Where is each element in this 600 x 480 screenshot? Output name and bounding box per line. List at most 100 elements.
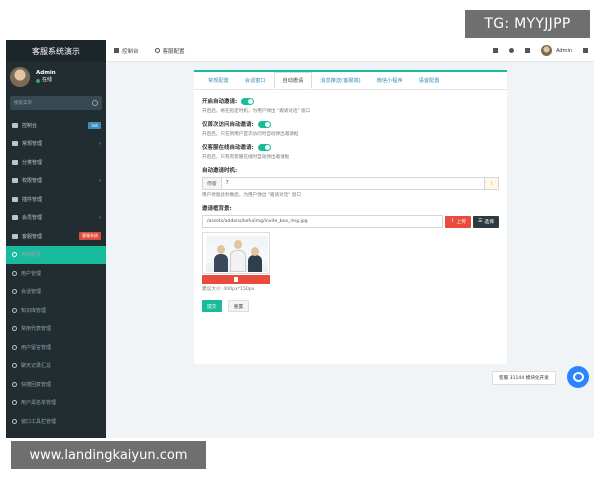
circle-icon bbox=[12, 363, 17, 369]
chevron-left-icon: ‹ bbox=[99, 214, 101, 221]
delete-image-button[interactable] bbox=[202, 275, 270, 284]
chat-icon bbox=[572, 372, 584, 382]
sidebar-item-label: 聊天记录汇总 bbox=[21, 363, 52, 370]
sidebar-item[interactable]: 权限管理 ‹ bbox=[6, 172, 106, 191]
chevron-left-icon: ‹ bbox=[99, 177, 101, 184]
sidebar: 客服系统演示 Admin 在线 搜索菜单 控制台 hot 常规管理 ‹ 分类管理权限管理… bbox=[6, 40, 106, 438]
sidebar-item-label: 会员管理 bbox=[22, 215, 43, 222]
choose-button[interactable]: ☰ 选择 bbox=[473, 215, 499, 228]
sidebar-item[interactable]: 窗口工具栏管理 bbox=[6, 412, 106, 431]
brand-title: 客服系统演示 bbox=[6, 40, 106, 62]
sidebar-badge: hot bbox=[88, 121, 101, 129]
field-help: 开启后，只有有客服在线时自动弹出邀请框 bbox=[202, 155, 290, 160]
reset-button[interactable]: 重置 bbox=[227, 300, 250, 312]
sidebar-badge: 客服系统 bbox=[79, 232, 101, 241]
field-timing: 自动邀请时机: 停留 7 ⁞ 用户停留此秒数后，为用户弹出 "邀请对话" 窗口 bbox=[202, 165, 499, 198]
sidebar-item-label: 用户黑名单管理 bbox=[21, 400, 57, 407]
sidebar-menu: 控制台 hot 常规管理 ‹ 分类管理权限管理 ‹ 插件管理会员管理 ‹ 客服管理 客服系统客服配… bbox=[6, 116, 106, 431]
menu-icon bbox=[12, 196, 18, 202]
panel-tab[interactable]: 语音配置 bbox=[411, 72, 448, 89]
sidebar-item[interactable]: 插件管理 bbox=[6, 190, 106, 209]
user-status: 在线 bbox=[36, 77, 56, 84]
tab-kefu-config[interactable]: 客服配置 bbox=[147, 40, 193, 61]
sidebar-item-label: 分类管理 bbox=[22, 159, 43, 166]
config-panel: 常规配置 会话窗口 自动邀请 消息推送(客服端) 微信小程序 语音配置 开启自动邀请: 开… bbox=[194, 70, 507, 364]
sidebar-item-label: 快捷回复管理 bbox=[21, 381, 52, 388]
invite-bg-preview bbox=[202, 232, 270, 274]
sidebar-item-label: 客服管理 bbox=[22, 233, 43, 240]
tab-label: 客服配置 bbox=[162, 48, 185, 55]
timing-picker-icon[interactable]: ⁞ bbox=[484, 178, 498, 189]
sidebar-item[interactable]: 客服配置 bbox=[6, 245, 106, 264]
tab-dashboard[interactable]: 控制台 bbox=[106, 40, 147, 61]
submit-button[interactable]: 提交 bbox=[202, 300, 222, 312]
field-help: 用户停留此秒数后，为用户弹出 "邀请对话" 窗口 bbox=[202, 193, 302, 198]
sidebar-item-label: 知识库管理 bbox=[21, 307, 47, 314]
sidebar-item[interactable]: 常用代表管理 bbox=[6, 320, 106, 339]
online-only-toggle[interactable] bbox=[257, 143, 271, 151]
sidebar-item-label: 用户留言管理 bbox=[21, 344, 52, 351]
sidebar-item[interactable]: 知识库管理 bbox=[6, 301, 106, 320]
bg-url-input[interactable]: /assets/addons/kefu/img/invite_box_img.j… bbox=[202, 215, 444, 228]
sidebar-item[interactable]: 客服管理 客服系统 bbox=[6, 227, 106, 246]
size-hint: 建议大小: 400px*150px bbox=[202, 287, 255, 292]
sidebar-item[interactable]: 常规管理 ‹ bbox=[6, 135, 106, 154]
upload-icon: ⇪ bbox=[450, 219, 455, 224]
upload-button[interactable]: ⇪ 上传 bbox=[445, 215, 472, 228]
watermark-tg: TG: MYYJJPP bbox=[465, 10, 590, 38]
chat-float-button[interactable] bbox=[567, 366, 589, 388]
search-input[interactable]: 搜索菜单 bbox=[14, 100, 32, 106]
search-icon[interactable] bbox=[92, 100, 98, 106]
status-text: 在线 bbox=[42, 77, 53, 83]
circle-icon bbox=[12, 326, 17, 332]
sidebar-item-label: 客服配置 bbox=[21, 252, 42, 259]
panel-tab[interactable]: 会话窗口 bbox=[237, 72, 274, 89]
choose-label: 选择 bbox=[484, 220, 494, 225]
timing-input-group: 停留 7 ⁞ bbox=[202, 177, 499, 190]
field-help: 开启后，只在新用户首次访问时自动弹出邀请框 bbox=[202, 132, 299, 137]
field-label: 自动邀请时机: bbox=[202, 168, 238, 174]
field-label: 仅首次访问自动邀请: bbox=[202, 122, 254, 128]
user-menu[interactable]: Admin bbox=[541, 45, 572, 56]
preview-image bbox=[206, 236, 268, 272]
timing-addon: 停留 bbox=[203, 178, 222, 189]
sidebar-item-label: 会话管理 bbox=[21, 289, 42, 296]
sidebar-item[interactable]: 用户管理 bbox=[6, 264, 106, 283]
chat-bubble[interactable]: 客服 31144 模块化开发 bbox=[492, 371, 556, 385]
sidebar-item[interactable]: 快捷回复管理 bbox=[6, 375, 106, 394]
field-label: 仅客服在线自动邀请: bbox=[202, 145, 254, 151]
gear-icon[interactable] bbox=[583, 48, 588, 53]
panel-tab[interactable]: 自动邀请 bbox=[273, 72, 313, 89]
panel-tab[interactable]: 微信小程序 bbox=[369, 72, 411, 89]
trash-icon bbox=[234, 277, 238, 282]
top-bar-actions: Admin bbox=[493, 45, 594, 56]
sidebar-item[interactable]: 会话管理 bbox=[6, 283, 106, 302]
field-first-visit: 仅首次访问自动邀请: 开启后，只在新用户首次访问时自动弹出邀请框 bbox=[202, 119, 499, 137]
sidebar-item[interactable]: 控制台 hot bbox=[6, 116, 106, 135]
user-name: Admin bbox=[36, 70, 56, 76]
refresh-icon[interactable] bbox=[525, 48, 531, 53]
chevron-left-icon: ‹ bbox=[99, 140, 101, 147]
sidebar-search[interactable]: 搜索菜单 bbox=[10, 96, 102, 110]
menu-icon bbox=[12, 215, 18, 221]
sidebar-item[interactable]: 会员管理 ‹ bbox=[6, 209, 106, 228]
sidebar-item[interactable]: 聊天记录汇总 bbox=[6, 357, 106, 376]
tab-label: 控制台 bbox=[122, 48, 139, 55]
sidebar-item[interactable]: 用户黑名单管理 bbox=[6, 394, 106, 413]
first-visit-toggle[interactable] bbox=[257, 120, 271, 128]
online-dot-icon bbox=[36, 78, 40, 83]
form-actions: 提交 重置 bbox=[202, 300, 499, 312]
field-help: 开启后，将在指定时机，为用户弹出 "邀请对话" 窗口 bbox=[202, 109, 311, 114]
sidebar-item-label: 用户管理 bbox=[21, 270, 42, 277]
trash-icon[interactable] bbox=[509, 48, 515, 53]
auto-invite-toggle[interactable] bbox=[241, 97, 255, 105]
panel-tab[interactable]: 常规配置 bbox=[200, 72, 237, 89]
sidebar-item[interactable]: 分类管理 bbox=[6, 153, 106, 172]
timing-input[interactable]: 7 bbox=[222, 181, 484, 186]
list-icon: ☰ bbox=[478, 219, 483, 224]
config-form: 开启自动邀请: 开启后，将在指定时机，为用户弹出 "邀请对话" 窗口 仅首次访问… bbox=[194, 90, 507, 312]
home-icon[interactable] bbox=[493, 48, 499, 53]
sidebar-item-label: 权限管理 bbox=[22, 178, 43, 185]
panel-tab[interactable]: 消息推送(客服端) bbox=[312, 72, 368, 89]
sidebar-item[interactable]: 用户留言管理 bbox=[6, 338, 106, 357]
